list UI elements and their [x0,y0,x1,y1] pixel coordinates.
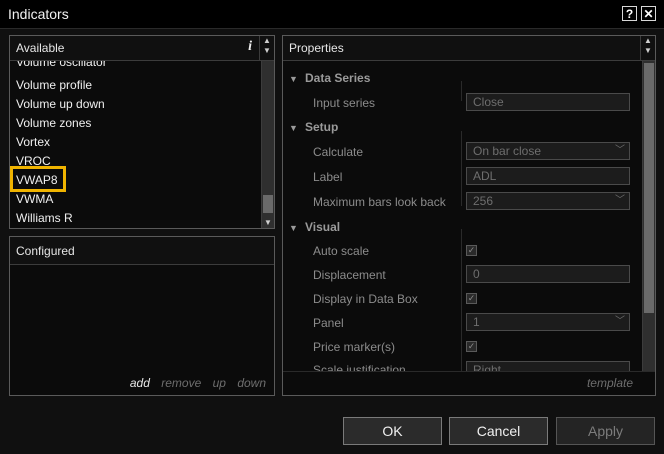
list-item-selected[interactable]: VWAP8 [16,173,58,187]
title-bar: Indicators ? ✕ [0,0,664,29]
label-field[interactable]: ADL [466,167,630,185]
category-visual[interactable]: ▼ Visual [289,220,340,234]
configured-header: Configured [10,237,274,265]
label-label: Label [313,170,343,184]
price-marker-label: Price marker(s) [313,340,396,354]
list-item[interactable]: Volume profile [16,78,92,92]
list-item[interactable]: Volume oscillator [16,61,107,69]
remove-link[interactable]: remove [161,376,201,390]
configured-actions: add remove up down [122,376,266,390]
template-link[interactable]: template [587,376,633,390]
list-item[interactable]: Williams R [16,211,73,225]
calculate-select[interactable]: On bar close ﹀ [466,142,630,160]
available-title: Available [16,41,65,55]
scrollbar-thumb[interactable] [263,195,273,213]
available-scroll-arrows[interactable]: ▲ ▼ [259,36,274,60]
panel-select[interactable]: 1 ﹀ [466,313,630,331]
column-divider [461,81,462,101]
apply-button[interactable]: Apply [556,417,655,445]
scrollbar-thumb[interactable] [644,63,654,313]
configured-title: Configured [16,244,75,258]
properties-footer: template [283,371,655,396]
up-link[interactable]: up [213,376,226,390]
properties-scrollbar[interactable] [642,61,655,371]
input-series-field[interactable]: Close [466,93,630,111]
category-label: Setup [305,120,339,134]
window-title: Indicators [8,6,69,22]
list-item[interactable]: VWMA [16,192,53,206]
down-link[interactable]: down [237,376,266,390]
properties-panel: Properties ▲ ▼ ▼ Data Series Input series … [282,35,656,396]
close-button[interactable]: ✕ [641,6,656,21]
displacement-field[interactable]: 0 [466,265,630,283]
collapse-triangle-icon[interactable]: ▼ [289,123,305,133]
chevron-down-icon: ﹀ [615,195,625,206]
list-item[interactable]: Vortex [16,135,50,149]
input-series-label: Input series [313,96,376,110]
properties-header: Properties ▲ ▼ [283,36,655,61]
info-icon[interactable]: i [248,39,252,55]
ok-button[interactable]: OK [343,417,442,445]
price-marker-checkbox[interactable]: ✓ [466,341,477,352]
property-grid: ▼ Data Series Input series Close ▼ Setup C… [283,61,641,371]
displacement-label: Displacement [313,268,386,282]
available-list: Volume oscillator Volume profile Volume … [10,61,262,228]
list-item[interactable]: Volume up down [16,97,105,111]
cancel-button[interactable]: Cancel [449,417,548,445]
display-databox-checkbox[interactable]: ✓ [466,293,477,304]
category-data-series[interactable]: ▼ Data Series [289,71,370,85]
auto-scale-checkbox[interactable]: ✓ [466,245,477,256]
chevron-down-icon: ﹀ [615,316,625,327]
configured-panel: Configured add remove up down [9,236,275,396]
category-setup[interactable]: ▼ Setup [289,120,338,134]
max-bars-value: 256 [473,194,494,208]
display-databox-label: Display in Data Box [313,292,418,306]
scale-justification-select[interactable]: Right [466,361,630,371]
category-label: Data Series [305,71,371,85]
auto-scale-label: Auto scale [313,244,370,258]
help-button[interactable]: ? [622,6,637,21]
calculate-label: Calculate [313,145,364,159]
column-divider [461,131,462,206]
calculate-value: On bar close [473,144,542,158]
available-scrollbar[interactable]: ▼ [261,61,274,228]
panel-label: Panel [313,316,344,330]
list-item[interactable]: Volume zones [16,116,91,130]
add-link[interactable]: add [130,376,150,390]
panel-value: 1 [473,315,480,329]
properties-scroll-arrows[interactable]: ▲ ▼ [640,36,655,60]
max-bars-select[interactable]: 256 ﹀ [466,192,630,210]
properties-title: Properties [289,41,344,55]
available-panel: Available i ▲ ▼ Volume oscillator Volume … [9,35,275,229]
scroll-down-arrow[interactable]: ▼ [262,218,274,228]
scale-justification-label: Scale justification [313,363,406,371]
category-label: Visual [305,220,341,234]
chevron-down-icon: ﹀ [615,145,625,156]
available-header: Available i ▲ ▼ [10,36,274,61]
collapse-triangle-icon[interactable]: ▼ [289,223,305,233]
column-divider [461,229,462,371]
collapse-triangle-icon[interactable]: ▼ [289,74,305,84]
max-bars-label: Maximum bars look back [313,195,446,209]
